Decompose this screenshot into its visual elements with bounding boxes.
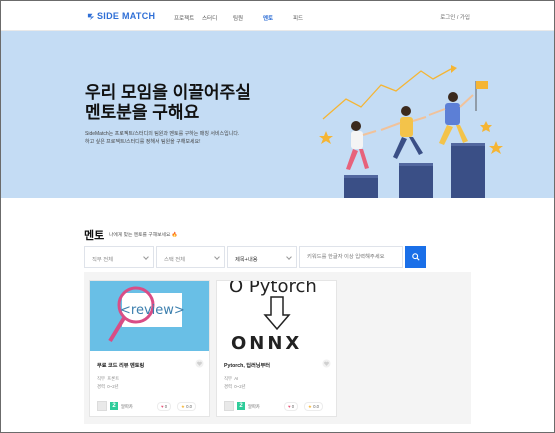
card-thumbnail: O Pytorch ONNX [217,281,336,351]
likes-count: 0 [291,404,295,409]
nav-feed[interactable]: 피드 [293,14,303,22]
rating-pill: ★ 0.0 [304,402,324,411]
user-name: 알파카 [121,404,133,409]
card-title: 무료 코드 리뷰 멘토링 [97,363,145,369]
role-select[interactable]: 직무 전체 [84,246,154,268]
card-career: 경력 0~2년 [97,384,119,390]
star-icon: ★ [181,404,185,409]
logo-text: SIDE MATCH [97,11,156,21]
nav-mentor[interactable]: 멘토 [263,14,273,22]
top-navbar: SIDE MATCH 프로젝트 스터디 팀원 멘토 피드 로그인 / 가입 [1,1,554,31]
section-subtitle-text: 나에게 맞는 멘토를 구해보세요 [109,233,171,238]
search-button[interactable] [405,246,426,268]
rating-pill: ★ 0.0 [177,402,197,411]
hero-title: 우리 모임을 이끌어주실 멘토분을 구해요 [85,83,251,122]
stack-select-value: 스택 전체 [164,257,185,263]
step-pillar-2 [399,163,433,198]
section-title: 멘토 [84,230,105,242]
card-title: Pytorch, 딥러닝부터 [224,363,271,369]
mentor-card[interactable]: O Pytorch ONNX Pytorch, 딥러닝부터 직무 AI 경력 0… [216,280,337,417]
search-type-select[interactable]: 제목+내용 [227,246,297,268]
heart-icon: ♥ [161,404,164,409]
role-select-value: 직무 전체 [92,257,113,263]
section-subtitle: 나에게 맞는 멘토를 구해보세요 🔥 [109,231,178,238]
likes-count: 0 [164,404,168,409]
card-thumbnail: <review> [90,281,209,351]
chevron-down-icon [214,254,220,260]
mentor-card[interactable]: <review> 무료 코드 리뷰 멘토링 직무 프론트 경력 0~2년 2 알… [89,280,210,417]
star-icon [480,121,492,132]
avatar [224,401,234,411]
level-badge: 2 [237,402,245,410]
career-label: 경력 [97,384,105,389]
star-icon: ★ [308,404,312,409]
person-middle [380,106,427,159]
step-pillar-1 [344,175,378,198]
role-value: AI [234,376,239,381]
flag-icon [476,81,488,89]
person-left [346,121,377,170]
step-pillar-3 [451,143,485,198]
rating-value: 0.0 [313,404,320,409]
heart-icon[interactable] [195,359,204,368]
avatar [97,401,107,411]
heart-icon[interactable] [322,359,331,368]
stack-select[interactable]: 스택 전체 [156,246,225,268]
logo[interactable]: SIDE MATCH [87,11,155,21]
role-value: 프론트 [107,376,120,381]
login-signup-link[interactable]: 로그인 / 가입 [440,13,470,21]
card-career: 경력 0~2년 [224,384,246,390]
trend-arrow-line [322,68,452,120]
search-input[interactable] [299,246,403,268]
hero-banner: 우리 모임을 이끌어주실 멘토분을 구해요 SideMatch는 프로젝트/스터… [1,31,554,198]
career-value: 0~2년 [107,384,119,389]
career-label: 경력 [224,384,232,389]
trend-arrow-head [451,65,457,73]
nav-projects[interactable]: 프로젝트 [174,14,194,22]
level-badge: 2 [110,402,118,410]
search-icon [411,253,420,261]
role-label: 직무 [224,376,232,381]
hero-illustration [319,65,503,198]
chevron-down-icon [286,254,292,260]
nav-members[interactable]: 팀원 [233,14,243,22]
user-name: 알파카 [248,404,260,409]
filter-bar: 직무 전체 스택 전체 제목+내용 [84,246,403,268]
star-icon [319,131,333,144]
logo-mark-icon [87,13,95,20]
thumb-text: <review> [120,303,185,318]
likes-pill: ♥ 0 [157,402,172,411]
person-right [428,92,474,145]
heart-icon: ♥ [288,404,291,409]
card-role: 직무 AI [224,376,238,382]
fire-icon: 🔥 [171,233,178,238]
card-role: 직무 프론트 [97,376,119,382]
thumb-bottom-text: ONNX [231,333,303,351]
nav-study[interactable]: 스터디 [202,14,217,22]
role-label: 직무 [97,376,105,381]
likes-pill: ♥ 0 [284,402,299,411]
search-type-value: 제목+내용 [235,257,258,263]
rating-value: 0.0 [186,404,193,409]
chevron-down-icon [143,254,149,260]
hero-description: SideMatch는 프로젝트/스터디의 팀원과 멘토를 구하는 매칭 서비스입… [85,131,240,145]
career-value: 0~2년 [234,384,246,389]
star-icon [489,141,503,154]
